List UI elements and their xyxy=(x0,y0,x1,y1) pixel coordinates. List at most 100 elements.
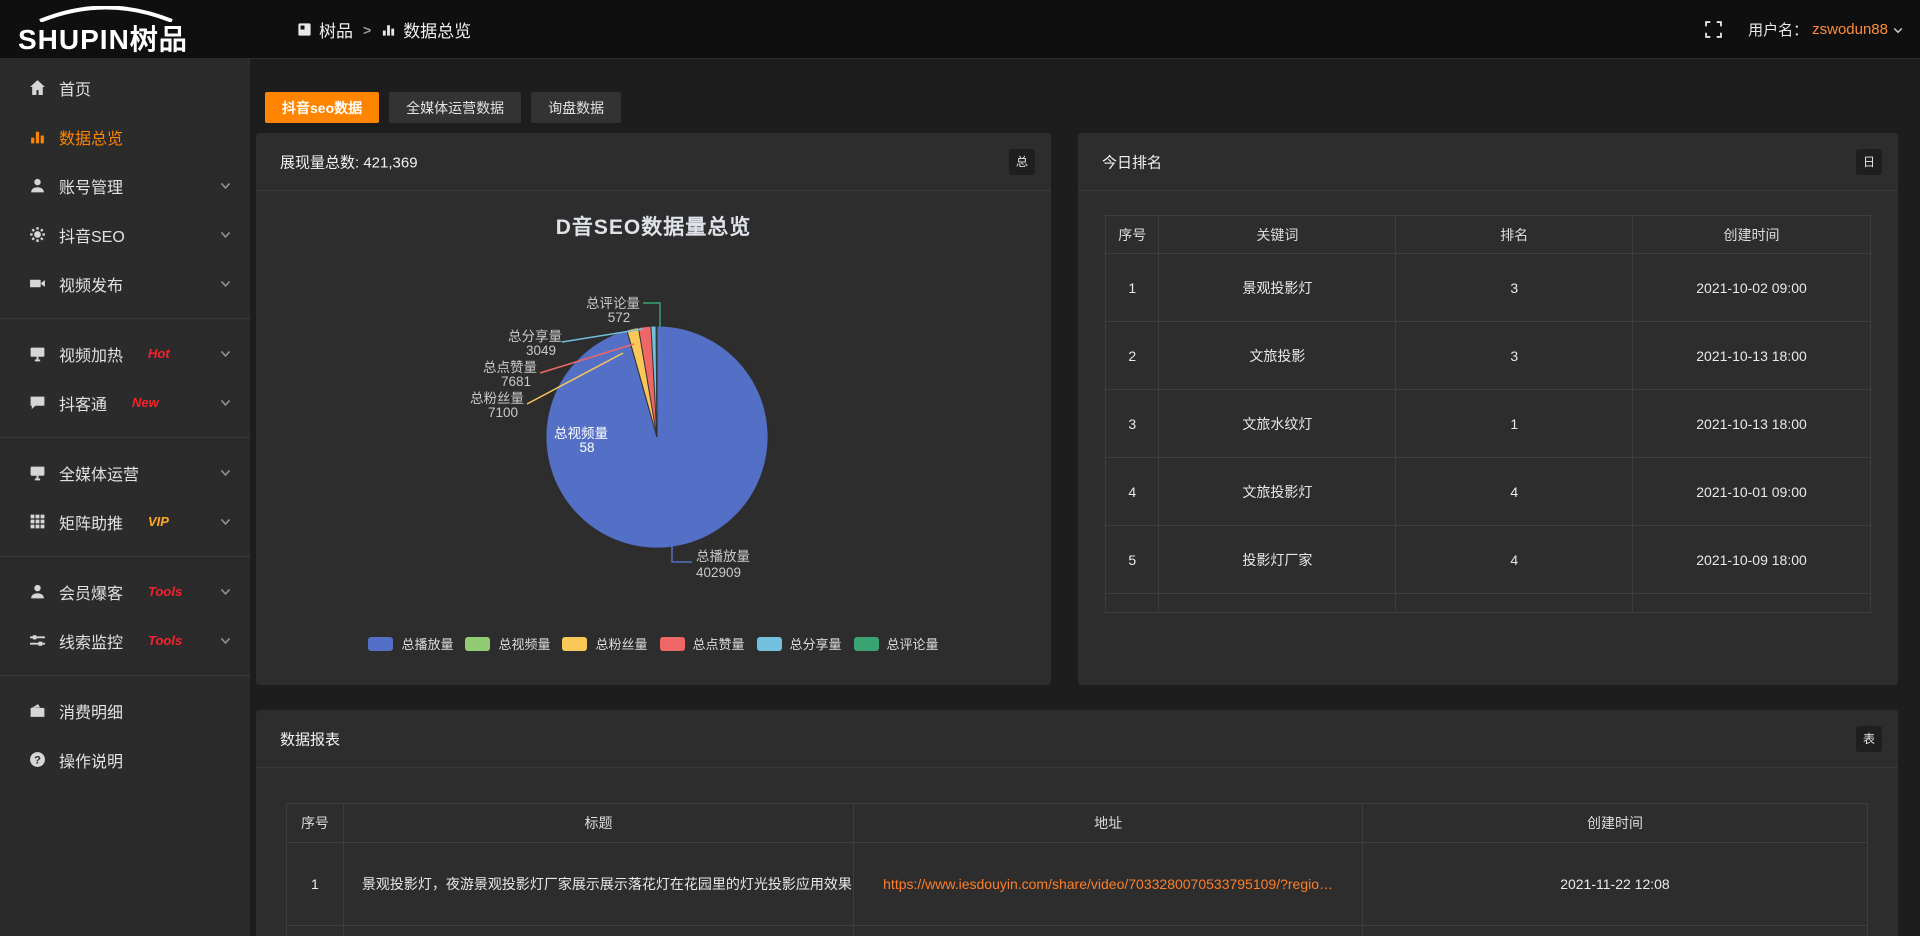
table-cell: 4 xyxy=(1106,458,1159,525)
pie-leader-line xyxy=(672,545,692,562)
report-table: 序号标题地址创建时间1景观投影灯，夜游景观投影灯厂家展示展示落花灯在花园里的灯光… xyxy=(286,803,1868,936)
table-cell: 3 xyxy=(1106,390,1159,457)
report-table-header: 序号标题地址创建时间 xyxy=(287,804,1867,843)
pie-legend: 总播放量 总视频量总粉丝量 总点赞量总分享量总评论量 xyxy=(256,634,1051,653)
account-icon xyxy=(29,177,46,194)
legend-item-总点赞量[interactable]: 总点赞量 xyxy=(660,634,745,653)
tab-抖音seo数据[interactable]: 抖音seo数据 xyxy=(265,92,379,123)
sidebar-item-操作说明[interactable]: ?操作说明 xyxy=(0,735,250,784)
legend-label: 总视频量 xyxy=(498,634,550,653)
fullscreen-icon[interactable] xyxy=(1705,21,1722,38)
sidebar-item-全媒体运营[interactable]: 全媒体运营 xyxy=(0,448,250,497)
table-cell: 2021-10-13 18:00 xyxy=(1633,322,1870,389)
rank-table-row: 4文旅投影灯42021-10-01 09:00 xyxy=(1106,458,1870,526)
sidebar-item-视频加热[interactable]: 视频加热Hot xyxy=(0,329,250,378)
report-url-cell[interactable]: https://www.iesdouyin.com/share/video/70… xyxy=(854,843,1363,925)
rank-table-header: 序号关键词排名创建时间 xyxy=(1106,216,1870,254)
sidebar-item-矩阵助推[interactable]: 矩阵助推VIP xyxy=(0,497,250,546)
legend-swatch xyxy=(465,637,490,651)
sidebar-item-label: 全媒体运营 xyxy=(59,461,139,485)
sidebar-item-label: 账号管理 xyxy=(59,174,123,198)
total-corner-button[interactable]: 总 xyxy=(1009,149,1035,175)
table-corner-button[interactable]: 表 xyxy=(1856,726,1882,752)
pie-label-总粉丝量: 总粉丝量 xyxy=(470,391,524,406)
sidebar-badge: Tools xyxy=(148,633,182,648)
sliders-icon xyxy=(29,632,46,649)
chevron-down-icon xyxy=(219,179,232,192)
legend-label: 总播放量 xyxy=(401,634,453,653)
panel-today-rank: 今日排名 日 序号关键词排名创建时间1景观投影灯32021-10-02 09:0… xyxy=(1078,133,1898,685)
table-cell: 2 xyxy=(1106,322,1159,389)
breadcrumb-label: 数据总览 xyxy=(403,17,471,42)
table-cell: 1 xyxy=(287,843,344,925)
legend-item-总视频量[interactable]: 总视频量 xyxy=(465,634,550,653)
panel-data-report: 数据报表 表 序号标题地址创建时间1景观投影灯，夜游景观投影灯厂家展示展示落花灯… xyxy=(256,710,1898,936)
rank-table-row: 2文旅投影32021-10-13 18:00 xyxy=(1106,322,1870,390)
sidebar-item-消费明细[interactable]: 消费明细 xyxy=(0,686,250,735)
breadcrumb-separator: > xyxy=(363,22,371,38)
question-icon: ? xyxy=(29,751,46,768)
sidebar-item-线索监控[interactable]: 线索监控 Tools xyxy=(0,616,250,665)
sidebar-item-label: 抖客通 xyxy=(59,391,107,415)
data-report-title: 数据报表 xyxy=(280,728,340,749)
sidebar-item-label: 矩阵助推 xyxy=(59,510,123,534)
sidebar-item-label: 视频发布 xyxy=(59,272,123,296)
sidebar-badge: New xyxy=(132,395,159,410)
tab-全媒体运营数据[interactable]: 全媒体运营数据 xyxy=(389,92,521,123)
table-cell: 地址 xyxy=(854,804,1363,842)
svg-text:?: ? xyxy=(34,754,41,766)
chevron-down-icon xyxy=(219,466,232,479)
rank-table-row: 5投影灯厂家42021-10-09 18:00 xyxy=(1106,526,1870,594)
sidebar-item-视频发布[interactable]: 视频发布 xyxy=(0,259,250,308)
sidebar-item-会员爆客[interactable]: 会员爆客Tools xyxy=(0,567,250,616)
pie-value-总播放量: 402909 xyxy=(696,565,741,580)
legend-label: 总点赞量 xyxy=(693,634,745,653)
pie-label-总视频量: 总视频量 xyxy=(554,426,608,441)
table-cell xyxy=(1159,594,1396,612)
legend-item-总评论量[interactable]: 总评论量 xyxy=(854,634,939,653)
sidebar-item-抖音SEO[interactable]: 抖音SEO xyxy=(0,210,250,259)
chevron-down-icon xyxy=(219,634,232,647)
chevron-down-icon xyxy=(1892,24,1904,36)
chevron-down-icon xyxy=(219,396,232,409)
dashboard-icon xyxy=(297,22,312,37)
sidebar-item-数据总览[interactable]: 数据总览 xyxy=(0,112,250,161)
sidebar-item-首页[interactable]: 首页 xyxy=(0,63,250,112)
legend-item-总分享量[interactable]: 总分享量 xyxy=(757,634,842,653)
report-table-row: 1景观投影灯，夜游景观投影灯厂家展示展示落花灯在花园里的灯光投影应用效果 #ht… xyxy=(287,843,1867,926)
table-cell: 5 xyxy=(1106,526,1159,593)
sidebar-badge: Hot xyxy=(148,346,170,361)
logo[interactable]: SHUPIN树品 xyxy=(18,4,250,56)
table-cell xyxy=(1633,594,1870,612)
top-header: SHUPIN树品 树品 > 数据总览 用户名： zswodun88 xyxy=(0,0,1920,59)
sidebar-item-label: 线索监控 xyxy=(59,629,123,653)
sidebar-item-账号管理[interactable]: 账号管理 xyxy=(0,161,250,210)
sidebar-item-抖客通[interactable]: 抖客通 New xyxy=(0,378,250,427)
user-menu[interactable]: 用户名： zswodun88 xyxy=(1748,19,1904,40)
breadcrumb-item-1[interactable]: 树品 xyxy=(297,17,353,42)
legend-swatch xyxy=(757,637,782,651)
report-time-cell: 2021-11-22 12:08 xyxy=(1363,843,1867,925)
tab-询盘数据[interactable]: 询盘数据 xyxy=(531,92,621,123)
sidebar-item-label: 抖音SEO xyxy=(59,223,125,247)
sidebar-badge: Tools xyxy=(148,584,182,599)
day-corner-button[interactable]: 日 xyxy=(1856,149,1882,175)
breadcrumb: 树品 > 数据总览 xyxy=(297,0,471,59)
table-cell: 2021-10-01 09:00 xyxy=(1633,458,1870,525)
today-rank-title: 今日排名 xyxy=(1102,151,1162,172)
table-cell: 3 xyxy=(1396,254,1633,321)
header-right: 用户名： zswodun88 xyxy=(1705,0,1904,59)
table-cell: 4 xyxy=(1396,526,1633,593)
chevron-down-icon xyxy=(219,228,232,241)
chevron-down-icon xyxy=(219,347,232,360)
pie-chart[interactable]: 总播放量402909总视频量58总粉丝量7100总点赞量7681总分享量3049… xyxy=(256,191,1051,651)
sidebar: 首页数据总览账号管理抖音SEO 视频发布视频加热Hot 抖客通 New 全媒体运营矩阵助… xyxy=(0,59,250,936)
table-cell: 创建时间 xyxy=(1363,804,1867,842)
report-link[interactable]: https://www.iesdouyin.com/share/video/70… xyxy=(883,876,1333,892)
table-cell xyxy=(287,926,344,936)
legend-item-总播放量[interactable]: 总播放量 xyxy=(368,634,453,653)
legend-item-总粉丝量[interactable]: 总粉丝量 xyxy=(562,634,647,653)
breadcrumb-item-2[interactable]: 数据总览 xyxy=(381,17,471,42)
sidebar-item-label: 消费明细 xyxy=(59,699,123,723)
chart-icon xyxy=(29,128,46,145)
